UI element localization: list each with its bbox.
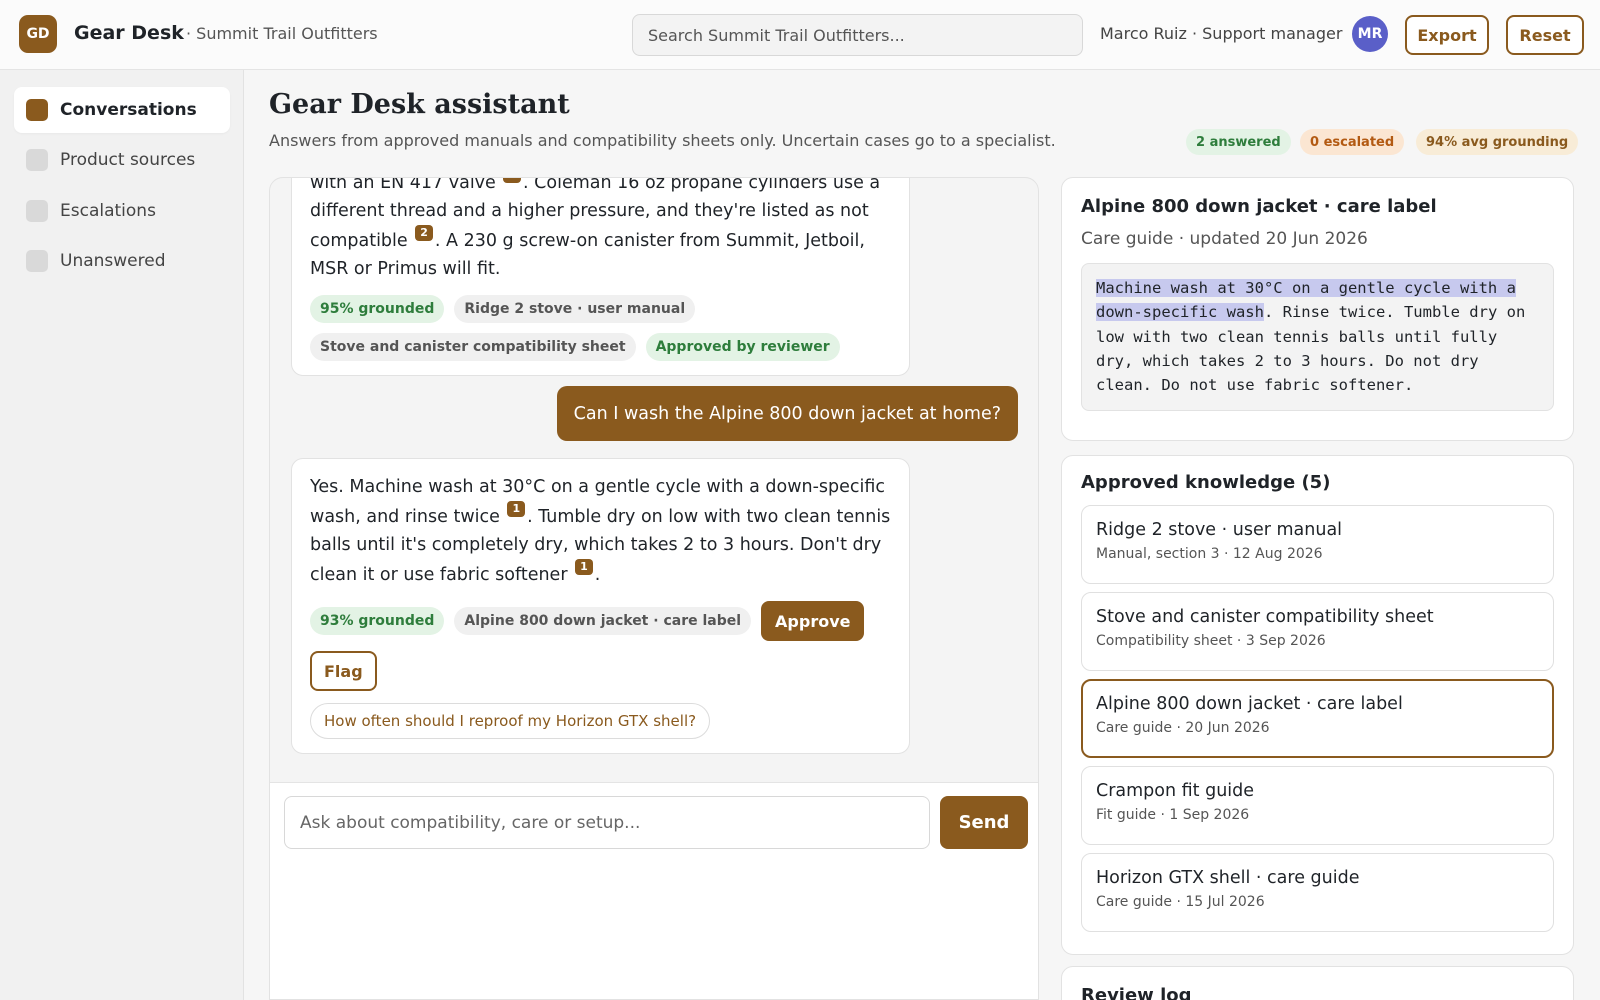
sidebar-item-label: Conversations bbox=[60, 100, 197, 120]
message-chips: 93% grounded Alpine 800 down jacket · ca… bbox=[310, 601, 891, 691]
message-text: Yes. Machine wash at 30°C on a gentle cy… bbox=[310, 477, 891, 585]
chat-panel: with an EN 417 valve 1. Coleman 16 oz pr… bbox=[269, 177, 1039, 1000]
org-name: · Summit Trail Outfitters bbox=[186, 24, 378, 43]
grounded-chip: 93% grounded bbox=[310, 607, 445, 635]
user-message: Can I wash the Alpine 800 down jacket at… bbox=[556, 386, 1018, 441]
review-log-title: Review log bbox=[1081, 985, 1192, 1000]
composer: Send bbox=[270, 782, 1038, 999]
top-bar: GD Gear Desk · Summit Trail Outfitters M… bbox=[0, 0, 1600, 70]
citation-marker[interactable]: 1 bbox=[503, 178, 522, 183]
send-button[interactable]: Send bbox=[940, 796, 1028, 849]
sidebar-item-conversations[interactable]: Conversations bbox=[14, 87, 230, 133]
escalated-badge: 0 escalated bbox=[1300, 129, 1405, 155]
sidebar: Conversations Product sources Escalation… bbox=[0, 70, 244, 1000]
assistant-message: with an EN 417 valve 1. Coleman 16 oz pr… bbox=[291, 178, 910, 376]
approve-button[interactable]: Approve bbox=[761, 601, 865, 641]
source-chip[interactable]: Ridge 2 stove · user manual bbox=[454, 295, 696, 323]
knowledge-panel: Approved knowledge (5) Ridge 2 stove · u… bbox=[1061, 455, 1574, 955]
sidebar-item-label: Product sources bbox=[60, 150, 196, 170]
reset-button[interactable]: Reset bbox=[1506, 15, 1584, 55]
escalations-icon bbox=[26, 200, 48, 222]
sidebar-item-product-sources[interactable]: Product sources bbox=[14, 137, 230, 183]
message-chips: 95% grounded Ridge 2 stove · user manual… bbox=[310, 295, 891, 361]
export-button[interactable]: Export bbox=[1405, 15, 1489, 55]
app-name: Gear Desk bbox=[74, 22, 184, 44]
knowledge-title: Approved knowledge (5) bbox=[1081, 472, 1331, 493]
source-meta: Care guide · updated 20 Jun 2026 bbox=[1081, 229, 1368, 249]
knowledge-item[interactable]: Crampon fit guide Fit guide · 1 Sep 2026 bbox=[1081, 766, 1554, 845]
avatar[interactable]: MR bbox=[1352, 16, 1388, 52]
answered-badge: 2 answered bbox=[1186, 129, 1291, 155]
unanswered-icon bbox=[26, 250, 48, 272]
review-log-panel: Review log bbox=[1061, 966, 1574, 1000]
sidebar-item-unanswered[interactable]: Unanswered bbox=[14, 238, 230, 284]
search-input[interactable] bbox=[632, 14, 1083, 56]
suggested-question[interactable]: How often should I reproof my Horizon GT… bbox=[310, 703, 711, 739]
grounding-badge: 94% avg grounding bbox=[1416, 129, 1579, 155]
user-label: Marco Ruiz · Support manager bbox=[1100, 24, 1343, 43]
source-title: Alpine 800 down jacket · care label bbox=[1081, 196, 1437, 217]
assistant-message: Yes. Machine wash at 30°C on a gentle cy… bbox=[291, 458, 910, 754]
message-text: with an EN 417 valve 1. Coleman 16 oz pr… bbox=[310, 178, 891, 283]
page-subtitle: Answers from approved manuals and compat… bbox=[269, 131, 1056, 150]
source-chip[interactable]: Stove and canister compatibility sheet bbox=[310, 333, 636, 361]
knowledge-item-selected[interactable]: Alpine 800 down jacket · care label Care… bbox=[1081, 679, 1554, 758]
knowledge-item[interactable]: Horizon GTX shell · care guide Care guid… bbox=[1081, 853, 1554, 932]
product-sources-icon bbox=[26, 149, 48, 171]
knowledge-item[interactable]: Ridge 2 stove · user manual Manual, sect… bbox=[1081, 505, 1554, 584]
citation-marker[interactable]: 1 bbox=[507, 501, 526, 517]
knowledge-list: Ridge 2 stove · user manual Manual, sect… bbox=[1081, 505, 1554, 932]
knowledge-item[interactable]: Stove and canister compatibility sheet C… bbox=[1081, 592, 1554, 671]
source-excerpt: Machine wash at 30°C on a gentle cycle w… bbox=[1081, 263, 1554, 411]
sidebar-item-escalations[interactable]: Escalations bbox=[14, 188, 230, 234]
sidebar-item-label: Unanswered bbox=[60, 251, 166, 271]
approved-chip: Approved by reviewer bbox=[645, 333, 840, 361]
conversations-icon bbox=[26, 99, 48, 121]
app-logo: GD bbox=[19, 15, 57, 53]
source-viewer: Alpine 800 down jacket · care label Care… bbox=[1061, 177, 1574, 441]
page-title: Gear Desk assistant bbox=[269, 89, 570, 120]
grounded-chip: 95% grounded bbox=[310, 295, 445, 323]
citation-marker[interactable]: 1 bbox=[575, 559, 593, 575]
source-chip[interactable]: Alpine 800 down jacket · care label bbox=[454, 607, 752, 635]
sidebar-item-label: Escalations bbox=[60, 201, 156, 221]
flag-button[interactable]: Flag bbox=[310, 651, 377, 691]
citation-marker[interactable]: 2 bbox=[415, 225, 433, 241]
ask-input[interactable] bbox=[284, 796, 930, 849]
